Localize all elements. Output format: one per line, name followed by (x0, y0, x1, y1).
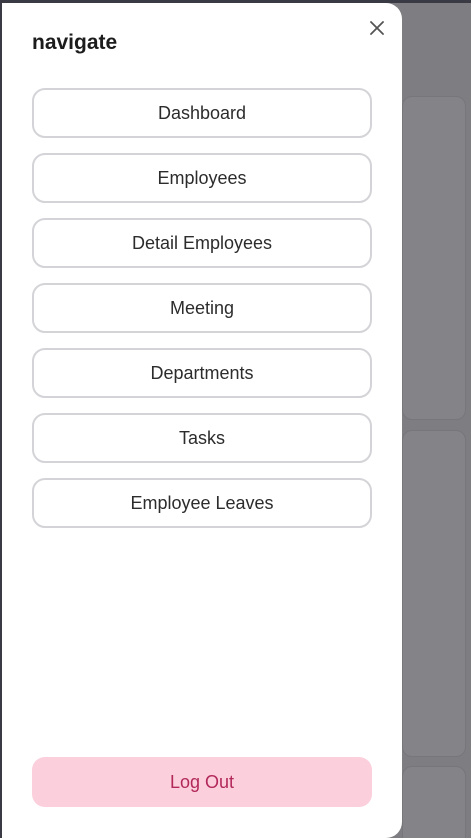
background-card (402, 430, 466, 757)
nav-list: Dashboard Employees Detail Employees Mee… (32, 88, 372, 543)
nav-item-departments[interactable]: Departments (32, 348, 372, 398)
nav-item-meeting[interactable]: Meeting (32, 283, 372, 333)
nav-item-employees[interactable]: Employees (32, 153, 372, 203)
close-button[interactable] (366, 17, 388, 39)
nav-item-dashboard[interactable]: Dashboard (32, 88, 372, 138)
nav-item-tasks[interactable]: Tasks (32, 413, 372, 463)
logout-button[interactable]: Log Out (32, 757, 372, 807)
nav-item-detail-employees[interactable]: Detail Employees (32, 218, 372, 268)
nav-item-employee-leaves[interactable]: Employee Leaves (32, 478, 372, 528)
close-icon (370, 21, 384, 35)
drawer-title: navigate (32, 31, 118, 54)
app-viewport: navigate Dashboard Employees Detail Empl… (0, 0, 471, 838)
navigation-drawer: navigate Dashboard Employees Detail Empl… (2, 3, 402, 838)
background-card (402, 766, 466, 838)
background-card (402, 96, 466, 420)
